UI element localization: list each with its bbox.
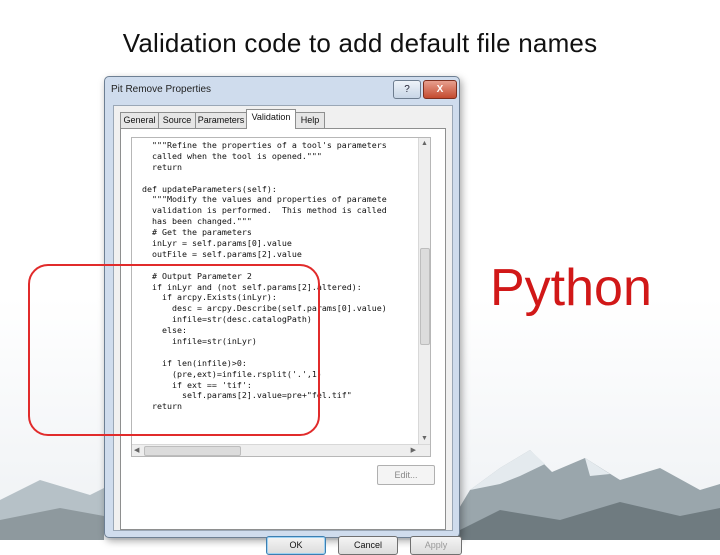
- code-line: if arcpy.Exists(inLyr):: [142, 292, 277, 303]
- pit-remove-properties-dialog: Pit Remove Properties ? X General Source…: [104, 76, 462, 555]
- dialog-title: Pit Remove Properties: [111, 84, 212, 95]
- scroll-right-arrow-icon[interactable]: ▶: [411, 446, 416, 454]
- code-line: if ext == 'tif':: [142, 379, 252, 390]
- dialog-titlebar[interactable]: Pit Remove Properties ? X: [105, 77, 459, 103]
- validation-panel: """Refine the properties of a tool's par…: [120, 128, 446, 530]
- python-callout: Python: [490, 259, 652, 317]
- code-line: def updateParameters(self):: [142, 183, 277, 194]
- scroll-left-arrow-icon[interactable]: ◀: [134, 446, 139, 454]
- code-line: return: [142, 401, 182, 412]
- close-button[interactable]: X: [423, 80, 457, 99]
- code-line: (pre,ext)=infile.rsplit('.',1): [142, 368, 322, 379]
- code-line: """Modify the values and properties of p…: [142, 194, 387, 205]
- code-line: infile=str(inLyr): [142, 336, 257, 347]
- code-line: inLyr = self.params[0].value: [142, 238, 292, 249]
- ok-button[interactable]: OK: [266, 536, 326, 555]
- code-line: desc = arcpy.Describe(self.params[0].val…: [142, 303, 387, 314]
- horizontal-scroll-thumb[interactable]: [144, 446, 241, 456]
- code-line: # Get the parameters: [142, 227, 252, 238]
- vertical-scrollbar[interactable]: ▲ ▼: [418, 138, 430, 444]
- help-button[interactable]: ?: [393, 80, 421, 99]
- code-line: validation is performed. This method is …: [142, 205, 387, 216]
- code-line: called when the tool is opened.""": [142, 150, 322, 161]
- code-line: """Refine the properties of a tool's par…: [142, 140, 387, 150]
- vertical-scroll-thumb[interactable]: [420, 248, 430, 345]
- horizontal-scrollbar[interactable]: ◀ ▶: [132, 444, 430, 456]
- scroll-down-arrow-icon[interactable]: ▼: [421, 435, 428, 442]
- code-line: else:: [142, 325, 187, 336]
- code-line: if len(infile)>0:: [142, 357, 247, 368]
- code-line: # Output Parameter 2: [142, 270, 252, 281]
- cancel-button[interactable]: Cancel: [338, 536, 398, 555]
- tab-source[interactable]: Source: [158, 112, 196, 128]
- slide-title: Validation code to add default file name…: [122, 28, 598, 58]
- tab-validation[interactable]: Validation: [246, 109, 296, 129]
- scroll-up-arrow-icon[interactable]: ▲: [421, 140, 428, 147]
- code-line: self.params[2].value=pre+"fel.tif": [142, 390, 352, 401]
- code-text[interactable]: """Refine the properties of a tool's par…: [142, 140, 430, 412]
- code-line: outFile = self.params[2].value: [142, 248, 302, 259]
- code-editor[interactable]: """Refine the properties of a tool's par…: [131, 137, 431, 457]
- tab-general[interactable]: General: [120, 112, 159, 128]
- edit-button[interactable]: Edit...: [377, 465, 435, 485]
- code-line: has been changed.""": [142, 216, 252, 227]
- tab-parameters[interactable]: Parameters: [195, 112, 247, 128]
- code-line: infile=str(desc.catalogPath): [142, 314, 312, 325]
- tab-help[interactable]: Help: [295, 112, 325, 128]
- code-line: if inLyr and (not self.params[2].altered…: [142, 281, 362, 292]
- dialog-client: General Source Parameters Validation Hel…: [113, 105, 462, 555]
- apply-button[interactable]: Apply: [410, 536, 462, 555]
- code-line: return: [142, 161, 182, 172]
